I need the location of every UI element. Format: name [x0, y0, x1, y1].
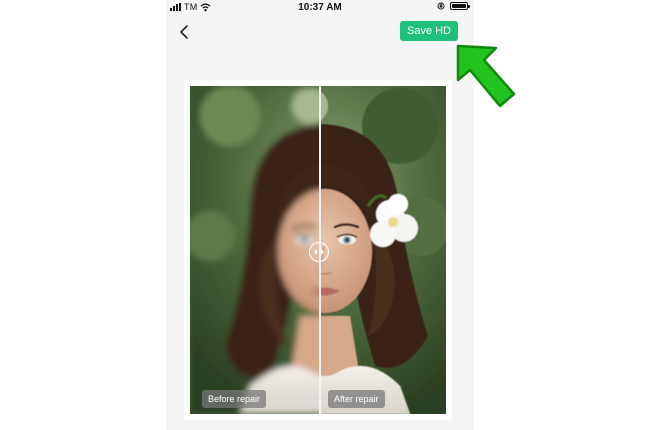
compare-card: Before repair After repair: [184, 80, 452, 420]
left-right-arrows-icon: [314, 249, 324, 255]
status-time: 10:37 AM: [298, 2, 342, 13]
compare-slider-handle[interactable]: [309, 242, 329, 262]
chevron-left-icon: [180, 25, 188, 39]
after-repair-label: After repair: [328, 390, 385, 408]
orientation-lock-icon: [437, 2, 445, 10]
battery-icon: [450, 2, 470, 10]
comparison-photo: Before repair After repair: [190, 86, 446, 414]
before-repair-label: Before repair: [202, 390, 267, 408]
status-bar: TM 10:37 AM: [166, 0, 474, 16]
phone-screen: TM 10:37 AM Save HD Before repair After …: [166, 0, 474, 430]
status-right: [437, 2, 470, 10]
pointer-arrow-icon: [456, 44, 516, 108]
save-hd-button[interactable]: Save HD: [400, 21, 458, 41]
back-button[interactable]: [174, 22, 194, 42]
